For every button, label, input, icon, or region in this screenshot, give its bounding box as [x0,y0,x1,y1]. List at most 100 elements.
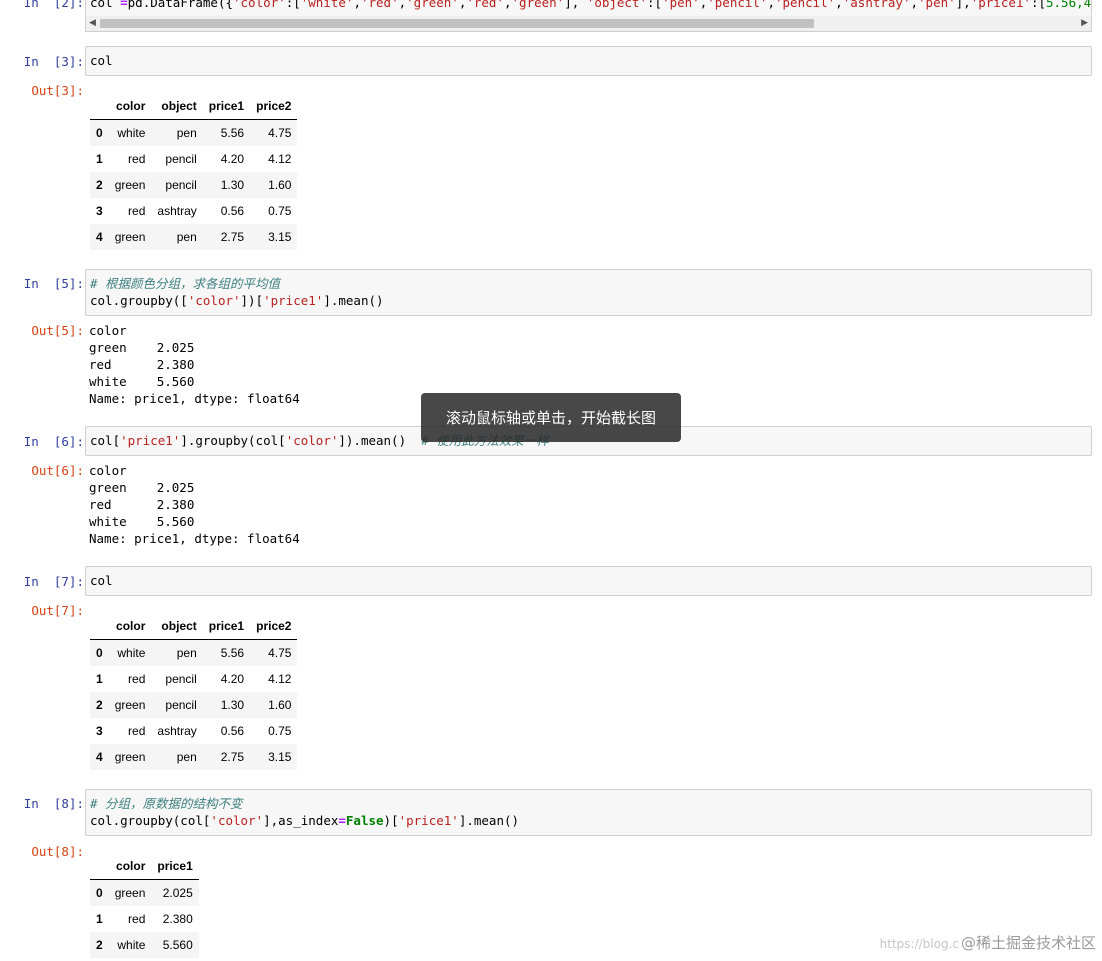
column-header: price1 [151,853,199,880]
code-string: 'price1' [970,0,1031,10]
output-prompt: Out[6]: [31,463,84,478]
table-cell: 1.60 [268,698,292,712]
table-cell: red [128,152,146,166]
code-text: ],as_index [263,813,339,828]
column-header: color [108,853,152,880]
table-cell: 5.56 [220,126,245,140]
table-cell: 0.75 [268,724,292,738]
output-text: color green 2.025 red 2.380 white 5.560 … [89,463,300,546]
table-header-row: color object price1 price2 [90,613,298,640]
output-text: color green 2.025 red 2.380 white 5.560 … [89,323,300,406]
input-prompt: In [8]: [23,796,84,811]
table-cell: pen [176,646,197,660]
column-header [90,853,109,880]
code-text: pd.DataFrame({ [127,0,233,10]
table-row: 1 red 2.380 [90,906,199,932]
table-cell: 2.380 [162,912,193,926]
code-text: col [90,573,113,588]
row-index: 0 [96,886,103,900]
row-index: 1 [96,672,103,686]
row-index: 0 [96,126,103,140]
code-input[interactable]: col [85,566,1092,596]
table-cell: green [114,230,146,244]
scrollbar-thumb[interactable] [100,19,814,28]
code-string: 'red' [360,0,399,10]
code-comment: # 根据颜色分组，求各组的平均值 [90,276,281,291]
table-cell: 2.025 [162,886,193,900]
column-header [90,613,109,640]
code-string: 'pen' [662,0,700,10]
table-row: 1 red pencil 4.20 4.12 [90,146,297,172]
code-operator: = [338,813,346,828]
code-text: col [90,53,113,68]
code-string: 'object' [586,0,648,10]
code-text: ])[ [240,293,264,308]
code-text: , [504,0,512,10]
table-cell: red [128,912,146,926]
column-header: price1 [202,93,251,120]
dataframe-table: color object price1 price2 0 white pen 5.56 4.75… [90,613,298,770]
code-string: 'color' [210,813,264,828]
code-input[interactable]: # 根据颜色分组，求各组的平均值 col.groupby(['color'])[… [85,269,1092,316]
code-text: ], [955,0,971,10]
table-cell: white [117,126,146,140]
table-cell: pencil [165,698,197,712]
table-cell: 4.12 [268,672,292,686]
code-input[interactable]: col [85,46,1092,76]
code-string: 'red' [466,0,504,10]
code-text: col[ [90,433,121,448]
code-input[interactable]: # 分组，原数据的结构不变 col.groupby(col['color'],a… [85,789,1092,836]
code-text: :[ [647,0,663,10]
watermark: https://blog.c @稀土掘金技术社区 [880,932,1096,953]
code-text: ].mean() [458,813,520,828]
table-cell: pen [176,230,197,244]
table-cell: 0.56 [220,204,245,218]
table-row: 2 green pencil 1.30 1.60 [90,692,298,718]
table-row: 3 red ashtray 0.56 0.75 [90,718,297,744]
code-string: 'pencil' [707,0,768,10]
table-cell: 2.75 [220,750,245,764]
code-string: 'white' [300,0,354,10]
horizontal-scrollbar[interactable]: ◀ ▶ [85,16,1092,32]
row-index: 4 [96,230,103,244]
scroll-right-icon[interactable]: ▶ [1081,18,1088,28]
screenshot-toast[interactable]: 滚动鼠标轴或单击，开始截长图 [421,393,681,442]
code-keyword: False [345,813,384,828]
code-string: 'pencil' [775,0,836,10]
table-cell: ashtray [157,724,197,738]
row-index: 2 [96,698,103,712]
column-header: price2 [250,613,298,640]
input-prompt: In [2]: [23,0,84,10]
table-row: 0 white pen 5.56 4.75 [90,639,298,666]
table-row: 4 green pen 2.75 3.15 [90,224,298,250]
code-input[interactable]: col =pd.DataFrame({'color':['white','red… [85,0,1092,16]
table-cell: red [128,672,146,686]
code-text: ].mean() [323,293,384,308]
code-text: col.groupby(col[ [90,813,211,828]
table-cell: pen [176,750,197,764]
row-index: 3 [96,724,103,738]
output-prompt: Out[8]: [31,844,84,859]
code-string: 'color' [285,433,339,448]
code-string: 'price1' [398,813,459,828]
code-text: ], [564,0,587,10]
table-cell: pencil [165,672,197,686]
code-string: 'color' [187,293,241,308]
table-row: 3 red ashtray 0.56 0.75 [90,198,297,224]
table-header-row: color price1 [90,853,199,880]
code-text: , [910,0,919,10]
scroll-left-icon[interactable]: ◀ [89,18,96,28]
table-cell: 1.30 [220,698,245,712]
column-header: price2 [250,93,298,120]
input-prompt: In [7]: [23,574,84,589]
code-string: 'green' [511,0,565,10]
row-index: 1 [96,912,103,926]
column-header: color [108,613,152,640]
table-cell: 4.20 [220,672,245,686]
watermark-text: @稀土掘金技术社区 [960,934,1096,952]
code-text: col.groupby([ [90,293,188,308]
row-index: 0 [96,646,103,660]
table-cell: 3.15 [268,230,292,244]
table-cell: 2.75 [220,230,245,244]
table-cell: green [114,886,146,900]
